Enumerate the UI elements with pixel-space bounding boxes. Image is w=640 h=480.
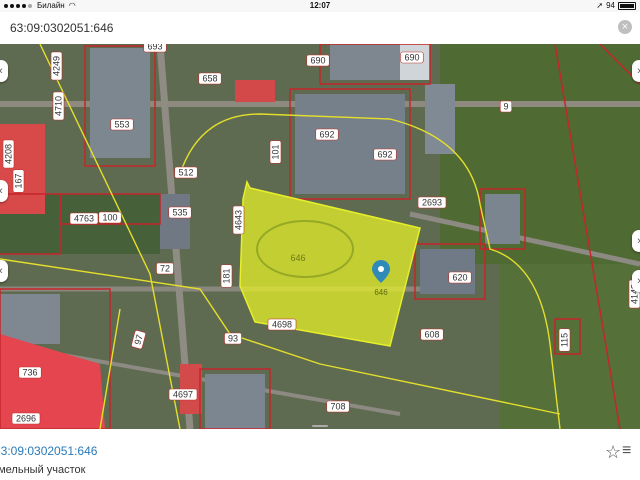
parcel-label-text: 535 [172,208,187,218]
parcel-label-text: 553 [114,120,129,130]
parcel-label: 4249 [50,51,63,81]
building [485,194,520,244]
parcel-label: 4643 [232,205,245,235]
building-red [235,80,275,102]
building [420,249,475,294]
parcel-label-text: 4208 [4,144,14,164]
satellite-map[interactable]: 693 690 690 658 553 4249 692 692 4208 101 512 167 47… [0,44,640,429]
parcel-label-text: 658 [202,74,217,84]
parcel-label-text: 692 [377,150,392,160]
parcel-label: 690 [306,54,330,67]
parcel-label-text: 2693 [422,198,442,208]
building [205,374,265,429]
parcel-label: 608 [420,328,444,341]
search-bar[interactable]: 63:09:0302051:646 × [0,12,640,45]
parcel-label: 181 [220,264,233,288]
parcel-label-text: 4710 [54,96,64,116]
cadastral-number[interactable]: 63:09:0302051:646 [0,444,97,458]
left-control-top[interactable]: ‹ [0,60,8,82]
parcel-label-text: 4698 [272,320,292,330]
parcel-label: 4710 [52,91,65,121]
star-icon[interactable]: ☆ [605,442,621,463]
building-red [0,124,45,214]
parcel-label: 620 [448,271,472,284]
parcel-label-text: 736 [22,368,37,378]
parcel-label: 692 [315,128,339,141]
highlighted-parcel-label: 646 [290,253,305,263]
battery-icon [618,1,636,10]
parcel-label-text: 708 [330,402,345,412]
parcel-label-text: 620 [452,273,467,283]
building [0,294,60,344]
parcel-label: 4697 [168,388,198,401]
parcel-label-text: 608 [424,330,439,340]
building [330,44,400,80]
clear-icon[interactable]: × [618,20,632,34]
parcel-label: 100 [98,211,122,224]
parcel-label: 736 [18,366,42,379]
building [425,84,455,154]
parcel-label-text: 690 [310,56,325,66]
parcel-label: 115 [558,328,571,352]
parcel-label: 693 [143,44,167,53]
parcel-label: 167 [12,169,25,193]
left-control-bottom[interactable]: ‹ [0,260,8,282]
search-input[interactable]: 63:09:0302051:646 [10,21,113,35]
parcel-label-text: 93 [228,334,238,344]
parcel-label-text: 181 [222,268,232,283]
parcel-label: 72 [156,262,174,275]
parcel-label: 93 [224,332,242,345]
parcel-label-text: 167 [14,173,24,188]
parcel-label-text: 4763 [74,214,94,224]
parcel-label: 4763 [69,212,99,225]
parcel-label-text: 512 [178,168,193,178]
clock: 12:07 [309,1,331,10]
parcel-label-text: 115 [560,333,570,347]
parcel-label-text: 693 [147,44,162,52]
parcel-label-text: 4643 [234,210,244,230]
parcel-label: 690 [400,51,424,64]
right-control-mid[interactable]: › [632,230,640,252]
parcel-label: 101 [269,140,282,164]
parcel-label: 512 [174,166,198,179]
building [295,94,405,194]
parcel-label-text: 4249 [52,56,62,76]
parcel-label-text: 2696 [16,414,36,424]
info-panel[interactable]: 63:09:0302051:646 емельный участок ☆ ≡ [0,430,640,480]
parcel-label: 2696 [11,412,41,425]
right-control-bottom[interactable]: › [632,270,640,292]
parcel-label-text: 690 [404,53,419,63]
battery-percent: 94 [606,1,615,10]
right-control-top[interactable]: › [632,60,640,82]
parcel-label-text: 100 [102,213,117,223]
map-view[interactable]: 693 690 690 658 553 4249 692 692 4208 101 512 167 47… [0,44,640,429]
parcel-label: 535 [168,206,192,219]
parcel-label: 4208 [2,139,15,169]
menu-icon[interactable]: ≡ [622,442,631,460]
parcel-label: 2693 [417,196,447,209]
parcel-label-text: 72 [160,264,170,274]
parcel-label-text: 692 [319,130,334,140]
building [90,48,150,158]
object-type: емельный участок [0,464,86,476]
parcel-label: 658 [198,72,222,85]
status-bar: Билайн ◠ 12:07 ➚ 94 [0,0,640,12]
parcel-label-text: 101 [271,144,281,159]
parcel-label: 9 [499,100,513,113]
building [160,194,190,249]
parcel-label: 4698 [267,318,297,331]
parcel-label-text: 9 [503,102,508,112]
drag-handle[interactable] [312,425,328,427]
location-icon: ➚ [596,1,604,10]
battery-indicator: ➚ 94 [596,1,636,10]
parcel-label: 708 [326,400,350,413]
marker-label: 646 [374,288,388,297]
parcel-label: 692 [373,148,397,161]
left-control-mid[interactable]: ‹ [0,180,8,202]
parcel-label-text: 4697 [173,390,193,400]
parcel-label: 553 [110,118,134,131]
